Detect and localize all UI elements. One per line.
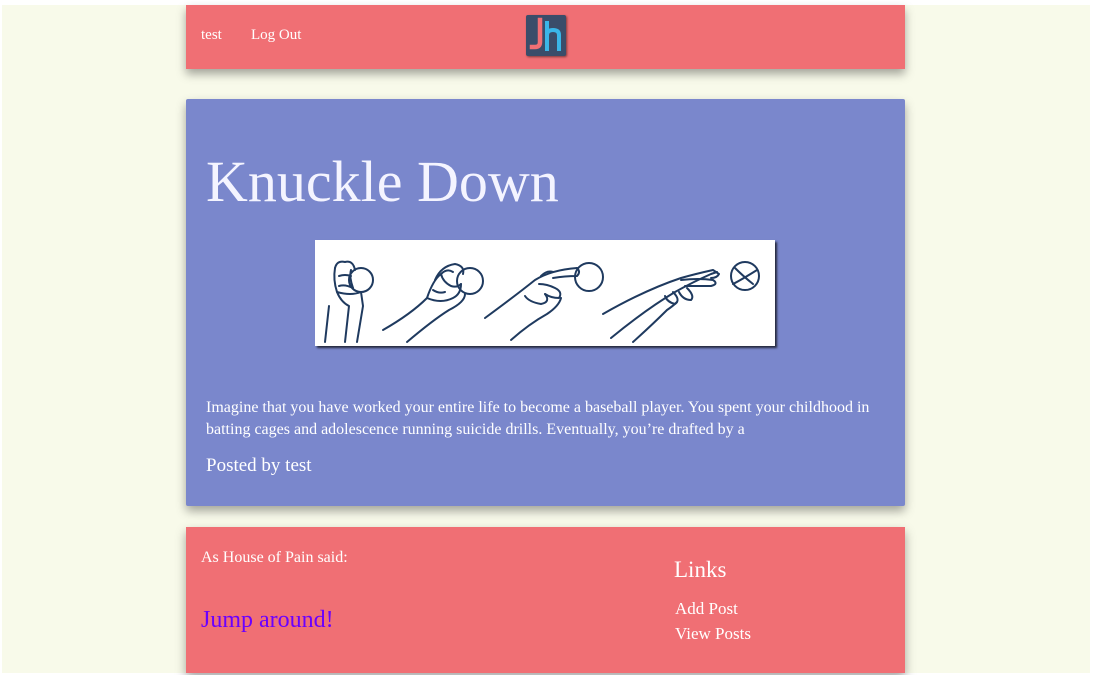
links-list-item: Add Post (675, 597, 751, 622)
user-link[interactable]: test (201, 27, 222, 44)
post-byline: Posted by test (206, 455, 312, 476)
footer: As House of Pain said: Jump around! Link… (186, 527, 905, 673)
post-image (315, 240, 775, 346)
post-title: Knuckle Down (206, 149, 559, 214)
quote-intro: As House of Pain said: (201, 549, 348, 566)
view-posts-link[interactable]: View Posts (675, 624, 751, 643)
knuckleball-grip-illustration (324, 260, 760, 343)
post-card: Knuckle Down Imagine that you have worke… (186, 99, 905, 506)
logout-link[interactable]: Log Out (251, 27, 301, 44)
site-logo[interactable] (526, 15, 566, 56)
top-navigation-bar: test Log Out (186, 5, 905, 69)
links-list-item: View Posts (675, 622, 751, 647)
post-excerpt: Imagine that you have worked your entire… (206, 399, 870, 438)
jh-logo-icon (529, 17, 561, 51)
links-list: Add Post View Posts (675, 597, 751, 647)
jump-around-link[interactable]: Jump around! (201, 607, 334, 634)
add-post-link[interactable]: Add Post (675, 599, 738, 618)
links-heading: Links (674, 557, 727, 582)
